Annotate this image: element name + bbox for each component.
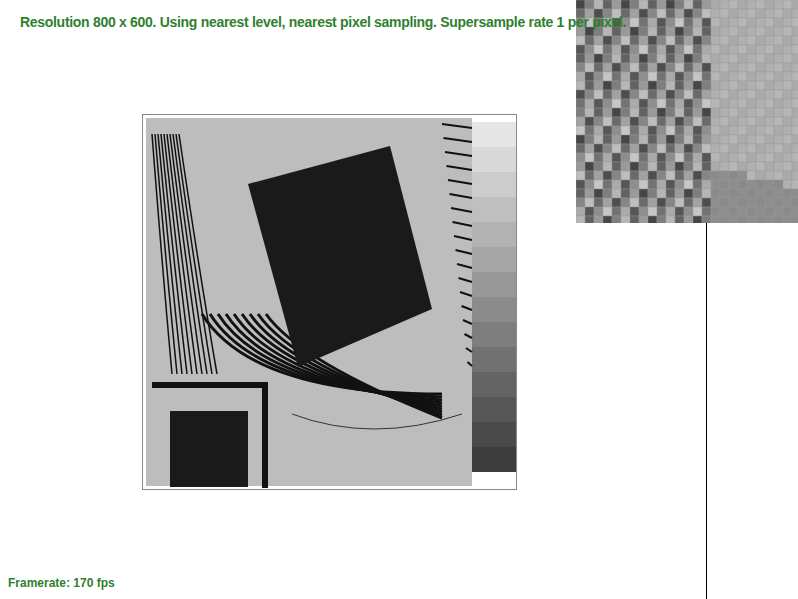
rasterizer-canvas: Resolution 800 x 600. Using nearest leve… (0, 0, 798, 599)
texture-render (142, 114, 517, 490)
zoom-inset (576, 0, 798, 223)
framerate-text: Framerate: 170 fps (8, 575, 115, 591)
status-text: Resolution 800 x 600. Using nearest leve… (20, 12, 626, 32)
zoom-pointer-line (706, 223, 707, 599)
